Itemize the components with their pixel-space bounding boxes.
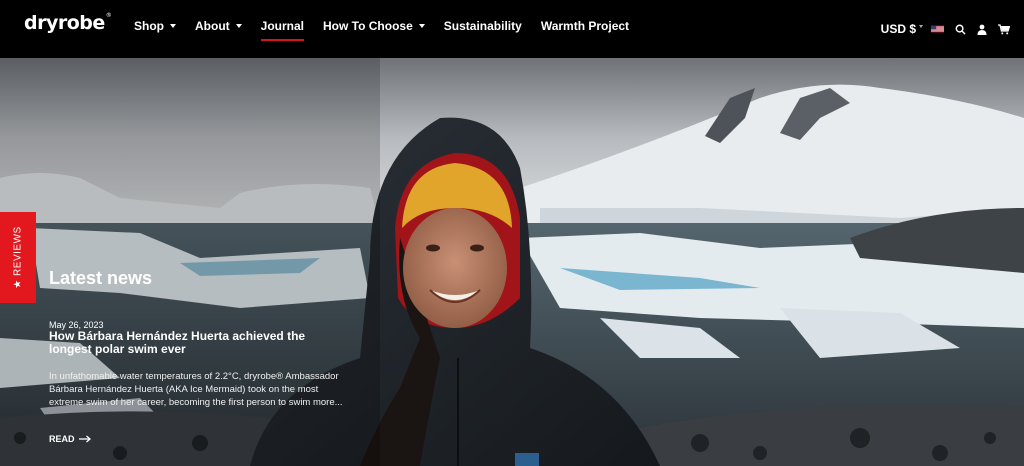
nav-item-warmth-project[interactable]: Warmth Project xyxy=(541,19,629,33)
article-excerpt: In unfathomable water temperatures of 2.… xyxy=(49,371,343,408)
latest-news-heading: Latest news xyxy=(49,268,153,288)
nav-item-shop[interactable]: Shop xyxy=(134,19,176,33)
main-nav: Shop About Journal How To Choose Sustain… xyxy=(134,0,648,52)
user-icon[interactable] xyxy=(976,23,988,35)
currency-selector[interactable]: USD $ xyxy=(881,22,944,36)
site-header: dryrobe® Shop About Journal How To Choos… xyxy=(0,0,1024,58)
read-article-link[interactable]: READ xyxy=(49,434,91,444)
chevron-down-icon xyxy=(170,24,176,28)
nav-item-about[interactable]: About xyxy=(195,19,242,33)
us-flag-icon xyxy=(931,25,944,33)
reviews-tab[interactable]: ★ REVIEWS xyxy=(0,212,36,303)
nav-item-how-to-choose[interactable]: How To Choose xyxy=(323,19,425,33)
utility-nav: USD $ xyxy=(881,0,1010,58)
cart-icon[interactable] xyxy=(998,23,1010,35)
chevron-down-icon xyxy=(418,24,425,28)
dryrobe-logo[interactable]: dryrobe® xyxy=(24,12,112,34)
article-title[interactable]: How Bárbara Hernández Huerta achieved th… xyxy=(49,330,339,356)
chevron-down-icon xyxy=(919,24,923,28)
nav-item-journal[interactable]: Journal xyxy=(260,19,305,41)
chevron-down-icon xyxy=(235,24,242,28)
search-icon[interactable] xyxy=(954,23,966,35)
arrow-right-icon xyxy=(78,435,91,443)
nav-item-sustainability[interactable]: Sustainability xyxy=(444,19,522,33)
